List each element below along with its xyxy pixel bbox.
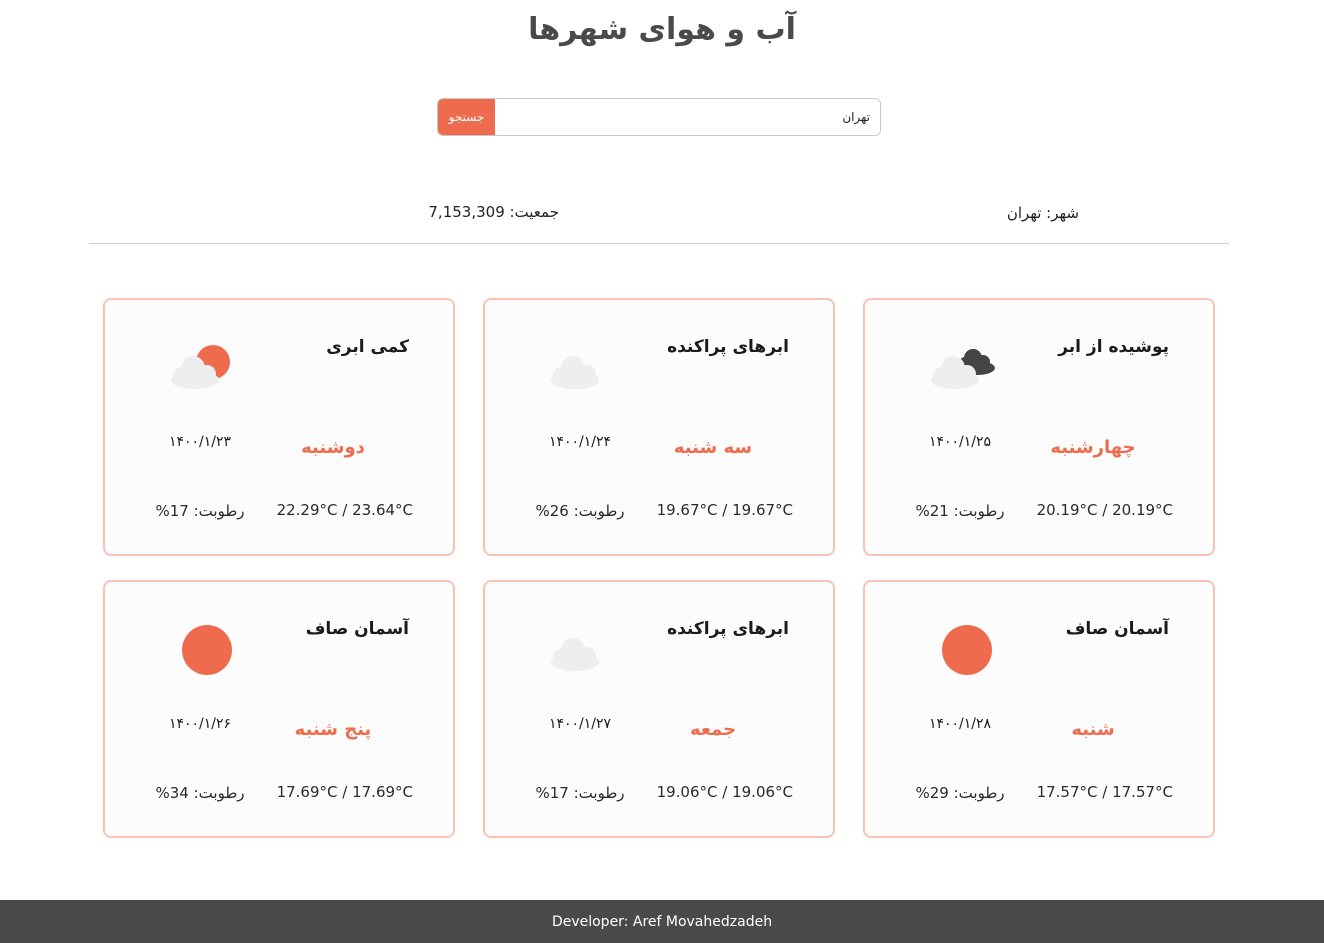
humidity: رطوبت: 21% (915, 502, 1005, 520)
weather-icon-slot (923, 620, 1003, 676)
forecast-date: ۱۴۰۰/۱/۲۵ (928, 434, 992, 450)
forecast-date: ۱۴۰۰/۱/۲۶ (168, 716, 232, 732)
overcast-clouds-icon (931, 349, 995, 389)
weather-icon-slot (543, 338, 623, 394)
weekday: سه شنبه (673, 437, 753, 458)
forecast-card: آسمان صاف شنبه ۱۴۰۰/۱/۲۸ 17.57°C / 17.57… (863, 580, 1215, 838)
weekday: شنبه (1071, 719, 1115, 740)
humidity: رطوبت: 17% (155, 502, 245, 520)
forecast-date: ۱۴۰۰/۱/۲۳ (168, 434, 232, 450)
humidity: رطوبت: 34% (155, 784, 245, 802)
forecast-card: آسمان صاف پنج شنبه ۱۴۰۰/۱/۲۶ 17.69°C / 1… (103, 580, 455, 838)
sun-behind-cloud-icon (171, 345, 230, 389)
cloud-icon (551, 356, 599, 389)
city-population: جمعیت: 7,153,309 (428, 203, 559, 221)
weekday: جمعه (689, 719, 737, 740)
weather-icon-slot (163, 338, 243, 394)
humidity: رطوبت: 26% (535, 502, 625, 520)
city-name: شهر: تهران (1006, 204, 1079, 222)
weather-icon-slot (163, 620, 243, 676)
forecast-date: ۱۴۰۰/۱/۲۴ (548, 434, 612, 450)
forecast-card: ابرهای پراکنده جمعه ۱۴۰۰/۱/۲۷ 19.06°C / … (483, 580, 835, 838)
humidity: رطوبت: 29% (915, 784, 1005, 802)
weekday: پنج شنبه (294, 719, 372, 740)
search-button[interactable]: جستجو (438, 99, 495, 135)
sun-icon (942, 625, 992, 675)
city-info: شهر: تهران جمعیت: 7,153,309 (89, 196, 1229, 244)
weekday: چهارشنبه (1050, 437, 1136, 458)
footer: Developer: Aref Movahedzadeh (0, 900, 1324, 943)
forecast-card: پوشیده از ابر چهارشنبه ۱۴۰۰/۱/۲۵ 20.19°C… (863, 298, 1215, 556)
search-input[interactable] (495, 99, 880, 135)
weather-icon-slot (543, 620, 623, 676)
weekday: دوشنبه (301, 437, 365, 458)
forecast-date: ۱۴۰۰/۱/۲۸ (928, 716, 992, 732)
forecast-grid: کمی ابری دوشنبه ۱۴۰۰/۱/۲۳ 22.29°C / 23.6… (103, 298, 1215, 838)
forecast-card: کمی ابری دوشنبه ۱۴۰۰/۱/۲۳ 22.29°C / 23.6… (103, 298, 455, 556)
search-bar: جستجو (437, 98, 881, 136)
humidity: رطوبت: 17% (535, 784, 625, 802)
page-title: آب و هوای شهرها (528, 12, 796, 47)
sun-icon (182, 625, 232, 675)
weather-icon-slot (923, 338, 1003, 394)
cloud-icon (551, 638, 599, 671)
forecast-date: ۱۴۰۰/۱/۲۷ (548, 716, 612, 732)
forecast-card: ابرهای پراکنده سه شنبه ۱۴۰۰/۱/۲۴ 19.67°C… (483, 298, 835, 556)
